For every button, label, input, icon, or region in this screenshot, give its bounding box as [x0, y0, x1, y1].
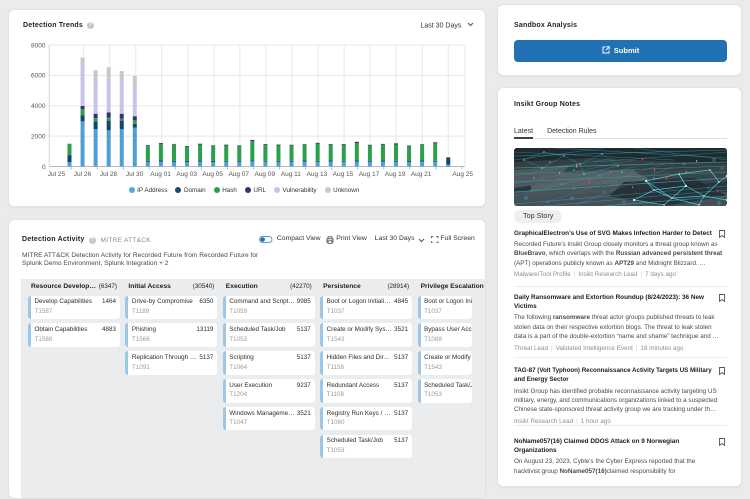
svg-text:Jul 26: Jul 26: [74, 171, 92, 178]
svg-text:Aug 15: Aug 15: [333, 171, 354, 178]
svg-text:Aug 21: Aug 21: [411, 171, 432, 178]
svg-text:6000: 6000: [31, 73, 46, 80]
svg-text:Aug 09: Aug 09: [254, 171, 275, 178]
svg-text:Aug 07: Aug 07: [228, 171, 249, 178]
svg-text:Jul 25: Jul 25: [48, 171, 66, 178]
svg-text:Jul 30: Jul 30: [126, 171, 144, 178]
svg-text:8000: 8000: [31, 42, 46, 49]
svg-text:4000: 4000: [31, 103, 46, 110]
svg-text:Aug 17: Aug 17: [359, 171, 380, 178]
svg-text:Aug 05: Aug 05: [202, 171, 223, 178]
svg-text:Aug 13: Aug 13: [307, 171, 328, 178]
svg-text:Aug 03: Aug 03: [176, 171, 197, 178]
svg-text:Jul 28: Jul 28: [100, 171, 118, 178]
svg-text:2000: 2000: [31, 133, 46, 140]
svg-text:Aug 25: Aug 25: [452, 171, 473, 178]
svg-text:Aug 01: Aug 01: [150, 171, 171, 178]
svg-text:Aug 11: Aug 11: [281, 171, 302, 178]
svg-text:Aug 19: Aug 19: [385, 171, 406, 178]
